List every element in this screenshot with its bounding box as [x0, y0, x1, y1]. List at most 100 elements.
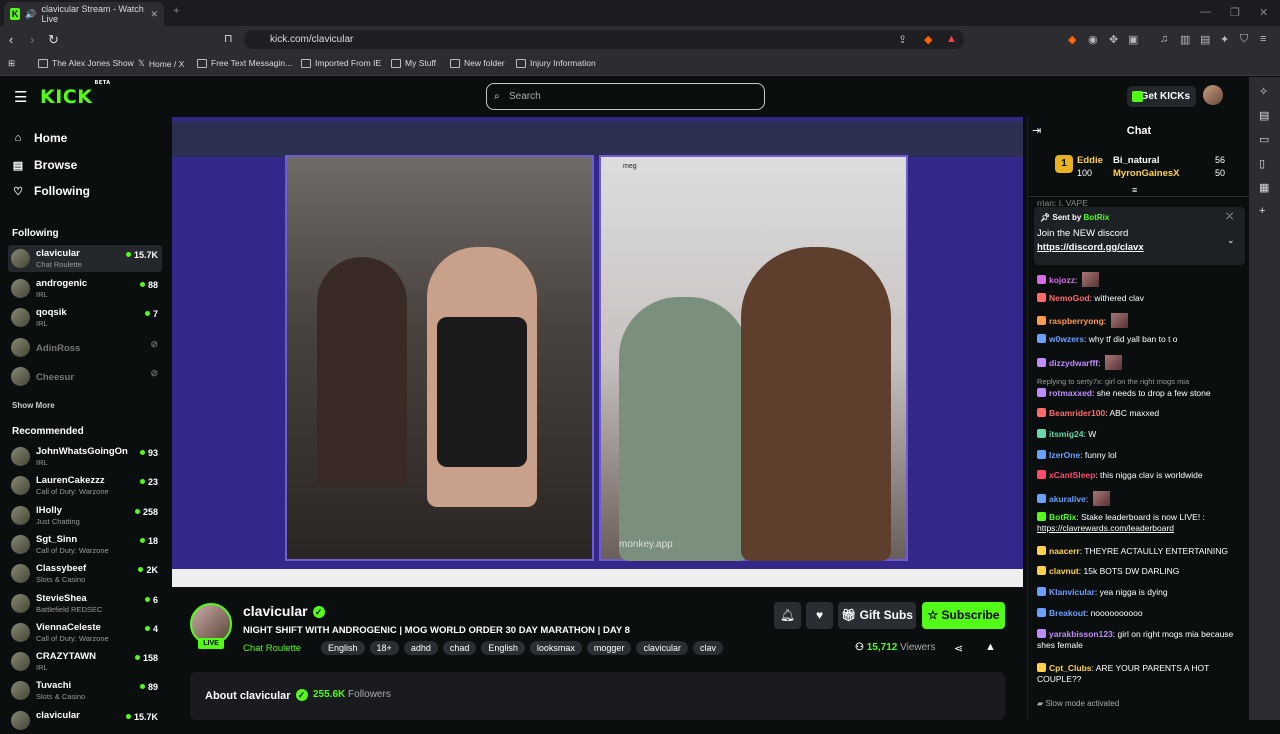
music-icon[interactable]: ♫: [1160, 33, 1168, 45]
reading-list-icon[interactable]: ▭: [1259, 133, 1269, 146]
rewards-icon[interactable]: ▲: [946, 33, 957, 45]
report-icon[interactable]: ▲: [985, 641, 996, 653]
chat-username[interactable]: IzerOne: [1049, 450, 1080, 460]
recommended-channel[interactable]: LaurenCakezzz Call of Duty: Warzone 23: [8, 472, 162, 499]
share-icon[interactable]: ⇪: [898, 33, 907, 46]
category-link[interactable]: Chat Roulette: [243, 643, 301, 654]
recommended-channel[interactable]: lHolly Just Chatting 258: [8, 502, 162, 529]
tag-chip[interactable]: looksmax: [529, 641, 582, 655]
screenshot-icon[interactable]: ▣: [1128, 33, 1138, 46]
nav-browse[interactable]: ▤ Browse: [12, 158, 78, 172]
pinned-link[interactable]: https://discord.gg/clavx: [1037, 242, 1144, 253]
chat-username[interactable]: NemoGod: [1049, 293, 1090, 303]
tag-chip[interactable]: clavicular: [636, 641, 688, 655]
leo-ai-icon[interactable]: ✧: [1259, 85, 1268, 98]
puzzle-icon[interactable]: ✥: [1109, 33, 1118, 46]
show-more-link[interactable]: Show More: [12, 401, 55, 410]
chat-username[interactable]: xCantSleep: [1049, 470, 1095, 480]
chat-username[interactable]: naacerr: [1049, 546, 1080, 556]
chat-username[interactable]: Cpt_Clubs: [1049, 663, 1092, 673]
tag-chip[interactable]: mogger: [586, 641, 632, 655]
new-tab-button[interactable]: +: [173, 5, 179, 17]
chat-username[interactable]: dizzydwarfff: [1049, 358, 1098, 368]
chat-link[interactable]: https://clavrewards.com/leaderboard: [1037, 523, 1174, 533]
recommended-channel[interactable]: Tuvachi Slots & Casino 89: [8, 677, 162, 704]
bookmarks-panel-icon[interactable]: ▯: [1259, 157, 1265, 170]
chat-username[interactable]: clavnut: [1049, 566, 1079, 576]
chat-username[interactable]: BotRix: [1049, 512, 1076, 522]
tag-chip[interactable]: 18+: [369, 641, 399, 655]
recommended-channel[interactable]: ViennaCeleste Call of Duty: Warzone 4: [8, 619, 162, 646]
hamburger-menu-icon[interactable]: ☰: [14, 88, 27, 106]
recommended-channel[interactable]: Classybeef Slots & Casino 2K: [8, 560, 162, 587]
following-channel[interactable]: AdinRoss ⊘: [8, 334, 162, 361]
video-player[interactable]: meg monkey.app: [172, 117, 1023, 587]
get-kicks-button[interactable]: Get KICKs: [1127, 86, 1196, 107]
gift-subs-button[interactable]: 🎁︎ Gift Subs: [838, 602, 916, 629]
chat-username[interactable]: rotmaxxed: [1049, 388, 1092, 398]
bookmark-2[interactable]: 𝕏 Home / X: [138, 58, 184, 69]
notification-bell-button[interactable]: 🔔︎: [774, 602, 801, 629]
chat-username[interactable]: itsmig24: [1049, 429, 1084, 439]
add-panel-icon[interactable]: +: [1259, 205, 1265, 217]
wallet-icon[interactable]: ▤: [1259, 109, 1269, 122]
forward-icon[interactable]: ›: [30, 32, 34, 47]
following-channel[interactable]: Cheesur ⊘: [8, 363, 162, 390]
follow-heart-button[interactable]: ♥: [806, 602, 833, 629]
tag-chip[interactable]: English: [321, 641, 365, 655]
bookmark-1[interactable]: The Alex Jones Show: [38, 58, 134, 68]
close-window-button[interactable]: ✕: [1259, 6, 1268, 19]
chat-username[interactable]: Breakout: [1049, 608, 1086, 618]
history-icon[interactable]: ▦: [1259, 181, 1269, 194]
chat-username[interactable]: Klanvicular: [1049, 587, 1095, 597]
brave-shield-icon[interactable]: ◆: [924, 33, 932, 46]
recommended-channel[interactable]: JohnWhatsGoingOn IRL 93: [8, 443, 162, 470]
leo-icon[interactable]: ✦: [1220, 33, 1229, 46]
vpn-icon[interactable]: ⛉: [1240, 33, 1248, 46]
bookmark-icon[interactable]: ⊓: [224, 32, 233, 45]
subscribe-button[interactable]: ☆ Subscribe: [922, 602, 1005, 629]
tag-chip[interactable]: adhd: [403, 641, 438, 655]
bookmark-7[interactable]: Injury Information: [516, 58, 596, 68]
chevron-down-icon[interactable]: ⌄: [1227, 235, 1235, 246]
unpin-icon[interactable]: ⤫: [1226, 211, 1233, 222]
nav-home[interactable]: ⌂ Home: [12, 131, 68, 145]
maximize-button[interactable]: ❐: [1230, 6, 1240, 19]
tab-close-icon[interactable]: ✕: [150, 9, 158, 20]
chat-username[interactable]: w0wzers: [1049, 334, 1084, 344]
expand-leaderboard-icon[interactable]: ≡: [1132, 185, 1137, 195]
user-avatar[interactable]: [1203, 85, 1223, 105]
following-channel[interactable]: androgenic IRL 88: [8, 275, 162, 302]
chat-username[interactable]: raspberryong: [1049, 316, 1104, 326]
tag-chip[interactable]: chad: [442, 641, 477, 655]
share-icon[interactable]: ⋖: [954, 642, 963, 655]
recommended-channel[interactable]: Sgt_Sinn Call of Duty: Warzone 18: [8, 531, 162, 558]
extension-icon[interactable]: ◉: [1088, 33, 1098, 46]
recommended-channel[interactable]: CRAZYTAWN IRL 158: [8, 648, 162, 675]
nav-following[interactable]: ♡ Following: [12, 184, 90, 198]
address-bar[interactable]: kick.com/clavicular: [244, 30, 964, 49]
bookmark-4[interactable]: Imported From IE: [301, 58, 381, 68]
tag-chip[interactable]: clav: [692, 641, 723, 655]
extension-fox-icon[interactable]: ◆: [1068, 33, 1076, 46]
tag-chip[interactable]: English: [481, 641, 525, 655]
browser-tab[interactable]: K 🔊 clavicular Stream - Watch Live ✕: [4, 2, 164, 26]
sidebar-icon[interactable]: ▥: [1180, 33, 1190, 46]
bookmark-6[interactable]: New folder: [450, 58, 505, 68]
following-channel[interactable]: clavicular Chat Roulette 15.7K: [8, 245, 162, 272]
recommended-channel[interactable]: clavicular 15.7K: [8, 707, 162, 734]
kick-logo[interactable]: KICKBETA: [40, 80, 110, 108]
bookmark-3[interactable]: Free Text Messagin...: [197, 58, 292, 68]
wallet-icon[interactable]: ▤: [1200, 33, 1210, 46]
following-channel[interactable]: qoqsik IRL 7: [8, 304, 162, 331]
chat-username[interactable]: Beamrider100: [1049, 408, 1105, 418]
back-icon[interactable]: ‹: [9, 32, 13, 47]
menu-icon[interactable]: ≡: [1260, 33, 1266, 45]
chat-username[interactable]: akuralive: [1049, 494, 1086, 504]
recommended-channel[interactable]: StevieShea Battlefield REDSEC 6: [8, 590, 162, 617]
minimize-button[interactable]: —: [1200, 6, 1211, 18]
chat-username[interactable]: yarakbisson123: [1049, 629, 1113, 639]
reload-icon[interactable]: ↻: [48, 32, 59, 48]
apps-icon[interactable]: ⊞: [8, 58, 15, 69]
bookmark-5[interactable]: My Stuff: [391, 58, 436, 68]
